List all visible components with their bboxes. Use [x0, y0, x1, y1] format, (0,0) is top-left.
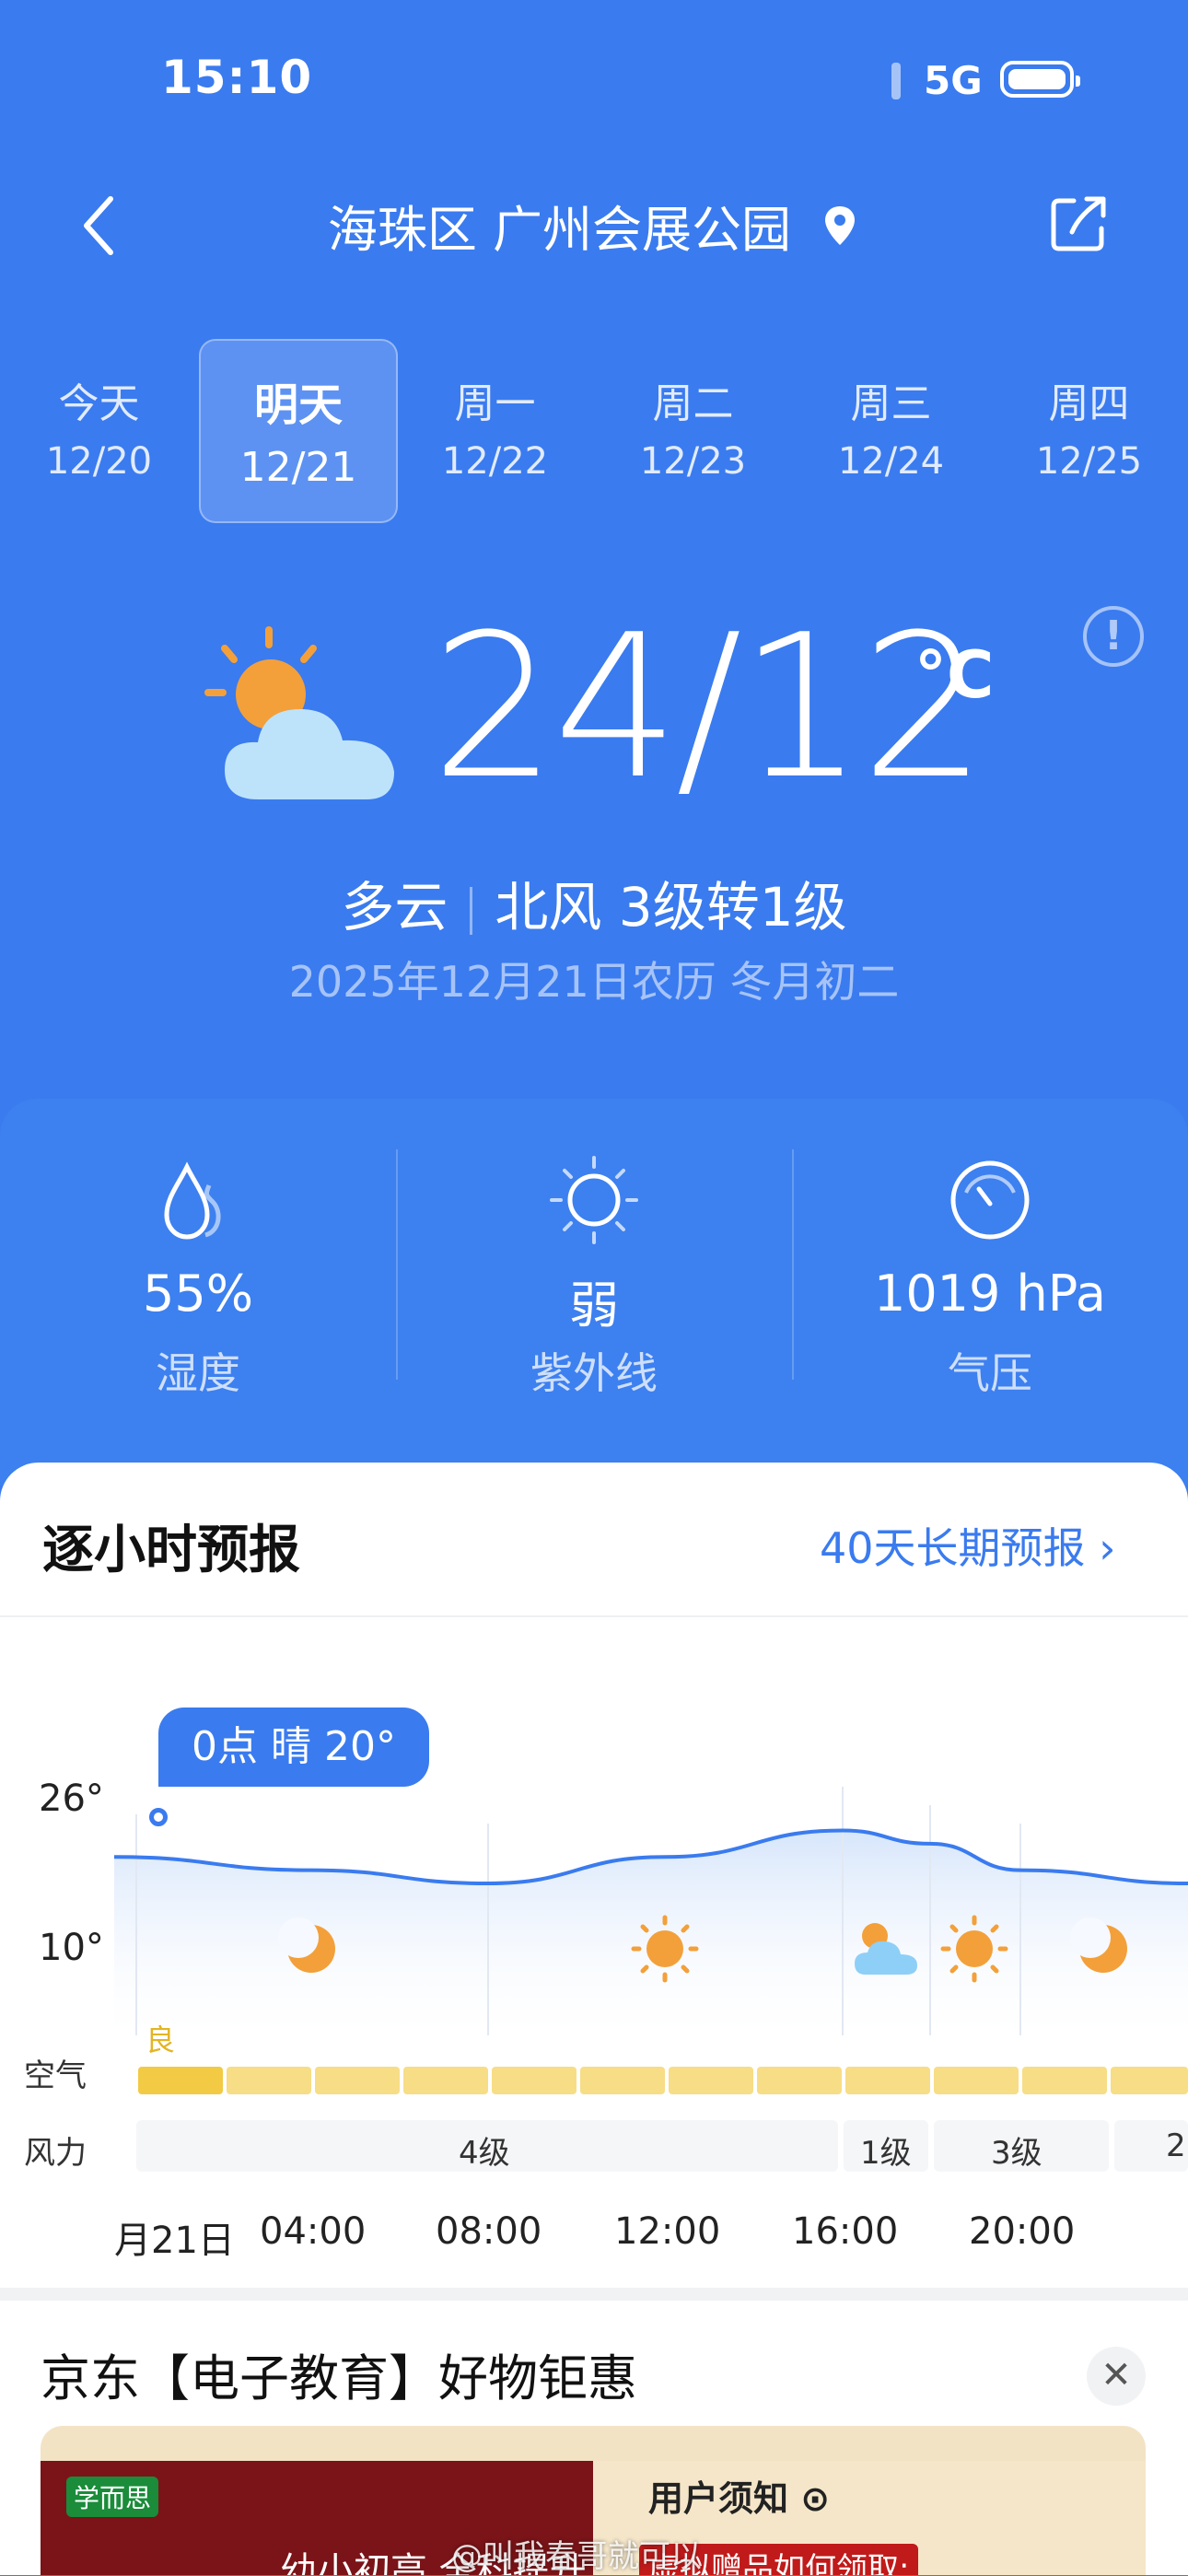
day-date: 12/23	[639, 440, 747, 483]
wind-level: 3级	[991, 2135, 1042, 2172]
divider	[0, 1615, 1188, 1617]
pressure-icon	[950, 1160, 1030, 1240]
aqi-bar	[227, 2067, 311, 2094]
tab-day-5[interactable]: 周四 12/25	[990, 339, 1188, 483]
time-tick: 12:00	[614, 2210, 721, 2253]
tab-day-2[interactable]: 周一 12/22	[396, 339, 594, 483]
row-label-wind: 风力	[24, 2135, 87, 2172]
wind-level: 4级	[459, 2135, 510, 2172]
divider	[470, 886, 473, 935]
temperature-range: 24/12	[431, 591, 987, 822]
tab-day-3[interactable]: 周二 12/23	[594, 339, 792, 483]
day-date: 12/24	[837, 440, 945, 483]
aqi-bar-row	[114, 2067, 1188, 2094]
ad-notice: 用户须知 ⊙	[648, 2478, 831, 2519]
tab-day-4[interactable]: 周三 12/24	[792, 339, 990, 483]
aqi-bar	[1022, 2067, 1107, 2094]
aqi-bar	[757, 2067, 842, 2094]
day-tabs: 今天 12/20 明天 12/21 周一 12/22 周二 12/23 周三 12/24 …	[0, 339, 1188, 523]
condition-line: 多云 北风 3级转1级	[0, 864, 1188, 941]
day-name: 周一	[454, 380, 536, 427]
day-name: 周三	[850, 380, 932, 427]
aqi-label: 良	[146, 2022, 176, 2057]
wind-level: 2	[1166, 2127, 1186, 2164]
day-name: 今天	[58, 380, 140, 427]
aqi-bar	[934, 2067, 1019, 2094]
stat-value: 55%	[142, 1265, 254, 1323]
date-line: 2025年12月21日农历 冬月初二	[288, 957, 900, 1007]
day-name: 明天	[253, 379, 343, 431]
stat-value: 弱	[569, 1276, 619, 1335]
day-name: 周四	[1048, 380, 1130, 427]
stat-label: 气压	[948, 1348, 1032, 1398]
uv-icon	[550, 1156, 638, 1244]
stat-pressure: 1019 hPa 气压	[792, 1099, 1188, 1486]
time-tick: 20:00	[969, 2210, 1076, 2253]
network-label: 5G	[924, 58, 983, 103]
day-name: 周二	[652, 380, 734, 427]
stats-panel: 55% 湿度 弱 紫外线 1019 hPa 气压	[0, 1099, 1188, 1486]
ad-brand: 学而思	[66, 2477, 159, 2517]
close-button[interactable]: ✕	[1087, 2347, 1146, 2406]
divider	[0, 2288, 1188, 2301]
stat-label: 紫外线	[530, 1348, 658, 1398]
tab-day-1[interactable]: 明天 12/21	[199, 339, 398, 523]
hourly-title: 逐小时预报	[42, 1521, 300, 1580]
chart-area	[114, 1830, 1188, 2035]
signal-icon	[891, 63, 901, 99]
battery-icon	[1000, 61, 1080, 98]
watermark: @叫我春哥就可以	[451, 2538, 702, 2575]
location-pin-icon	[825, 206, 856, 245]
stat-value: 1019 hPa	[873, 1265, 1107, 1323]
chart-tooltip: 0点 晴 20°	[158, 1708, 429, 1787]
ad-title[interactable]: 京东【电子教育】好物钜惠	[41, 2337, 637, 2410]
info-button[interactable]: !	[1083, 606, 1144, 667]
time-tick: 16:00	[792, 2210, 899, 2253]
aqi-bar	[1111, 2067, 1188, 2094]
location-label: 海珠区 广州会展公园	[327, 201, 791, 259]
aqi-bar	[492, 2067, 577, 2094]
time-tick: 08:00	[436, 2210, 542, 2253]
aqi-bar	[138, 2067, 223, 2094]
selected-point-inner	[154, 1813, 163, 1822]
stat-label: 湿度	[156, 1348, 240, 1398]
condition-text: 多云	[341, 876, 448, 938]
stat-humidity: 55% 湿度	[0, 1099, 396, 1486]
aqi-bar	[580, 2067, 665, 2094]
time-tick: 04:00	[260, 2210, 367, 2253]
share-icon	[1051, 196, 1106, 251]
aqi-bar	[845, 2067, 930, 2094]
time-tick: 月21日	[114, 2220, 235, 2262]
day-date: 12/21	[239, 444, 357, 491]
day-date: 12/22	[441, 440, 549, 483]
wind-level: 1级	[860, 2135, 912, 2172]
wind-text: 北风 3级转1级	[495, 876, 847, 938]
humidity-icon	[164, 1161, 221, 1240]
day-date: 12/25	[1035, 440, 1143, 483]
temperature-unit: °C	[914, 637, 995, 713]
aqi-bar	[315, 2067, 400, 2094]
day-date: 12/20	[45, 440, 153, 483]
stat-uv: 弱 紫外线	[396, 1099, 792, 1486]
status-time: 15:10	[161, 51, 313, 104]
tab-day-0[interactable]: 今天 12/20	[0, 339, 198, 483]
long-forecast-link[interactable]: 40天长期预报 ›	[820, 1515, 1116, 1576]
location-title[interactable]: 海珠区 广州会展公园	[0, 189, 1188, 262]
share-button[interactable]	[1046, 192, 1111, 256]
row-label-air: 空气	[24, 2057, 87, 2094]
partly-cloudy-icon	[204, 626, 394, 799]
aqi-bar	[669, 2067, 753, 2094]
aqi-bar	[403, 2067, 488, 2094]
